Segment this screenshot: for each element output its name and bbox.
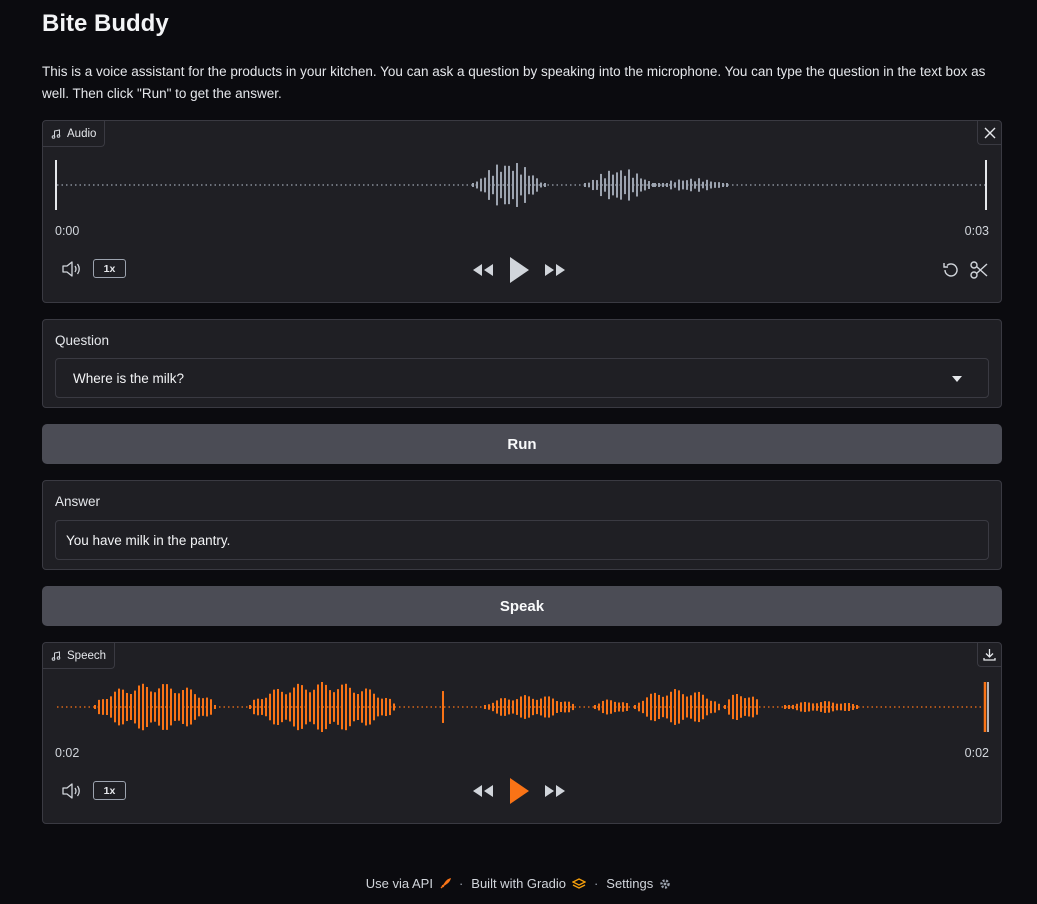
- answer-value: You have milk in the pantry.: [66, 532, 231, 548]
- audio-waveform[interactable]: [55, 158, 991, 212]
- undo-icon[interactable]: [941, 260, 961, 280]
- page-description: This is a voice assistant for the produc…: [42, 64, 986, 101]
- playback-speed-button[interactable]: 1x: [93, 259, 126, 278]
- scissors-icon[interactable]: [969, 260, 989, 280]
- clear-audio-button[interactable]: [977, 121, 1001, 145]
- play-icon[interactable]: [507, 777, 531, 805]
- api-label: Use via API: [365, 876, 433, 891]
- answer-label: Answer: [55, 494, 101, 509]
- speak-button[interactable]: Speak: [42, 586, 1002, 626]
- speech-output-block: Speech 0:02 0:02 1x: [42, 642, 1002, 824]
- speech-waveform[interactable]: [55, 680, 991, 734]
- play-icon[interactable]: [507, 256, 531, 284]
- run-button[interactable]: Run: [42, 424, 1002, 464]
- answer-textbox[interactable]: You have milk in the pantry.: [55, 520, 989, 560]
- download-icon: [983, 649, 996, 661]
- built-with-gradio-link[interactable]: Built with Gradio: [471, 876, 586, 891]
- rocket-icon: [440, 877, 451, 888]
- rewind-icon[interactable]: [471, 262, 495, 278]
- volume-icon[interactable]: [61, 782, 83, 800]
- playback-speed-button[interactable]: 1x: [93, 781, 126, 800]
- settings-label: Settings: [606, 876, 654, 891]
- music-note-icon: [51, 650, 61, 661]
- speech-time-start: 0:02: [55, 746, 80, 760]
- use-via-api-link[interactable]: Use via API: [366, 876, 451, 891]
- gear-icon: [660, 878, 670, 889]
- footer: Use via API · Built with Gradio · Settin…: [0, 876, 1037, 891]
- question-dropdown[interactable]: Where is the milk?: [55, 358, 989, 398]
- download-button[interactable]: [977, 643, 1001, 667]
- volume-icon[interactable]: [61, 260, 83, 278]
- audio-time-end: 0:03: [964, 224, 989, 238]
- audio-label: Audio: [67, 127, 97, 140]
- audio-input-block: Audio 0:00 0:03 1x: [42, 120, 1002, 303]
- question-label: Question: [55, 333, 110, 348]
- fast-forward-icon[interactable]: [543, 262, 567, 278]
- audio-time-start: 0:00: [55, 224, 80, 238]
- answer-block: Answer You have milk in the pantry.: [42, 480, 1002, 570]
- settings-link[interactable]: Settings: [606, 876, 671, 891]
- rewind-icon[interactable]: [471, 783, 495, 799]
- close-icon: [984, 127, 995, 138]
- built-label: Built with Gradio: [471, 876, 566, 891]
- audio-label-tag: Audio: [43, 121, 106, 147]
- page-title: Bite Buddy: [42, 10, 169, 37]
- music-note-icon: [51, 128, 61, 139]
- speech-label-tag: Speech: [43, 643, 116, 669]
- question-block: Question Where is the milk?: [42, 319, 1002, 408]
- gradio-logo-icon: [571, 877, 586, 889]
- speech-label: Speech: [67, 649, 107, 662]
- question-value: Where is the milk?: [73, 370, 185, 386]
- footer-separator: ·: [593, 876, 599, 891]
- speech-time-end: 0:02: [964, 746, 989, 760]
- chevron-down-icon: [952, 376, 962, 382]
- fast-forward-icon[interactable]: [543, 783, 567, 799]
- footer-separator: ·: [458, 876, 464, 891]
